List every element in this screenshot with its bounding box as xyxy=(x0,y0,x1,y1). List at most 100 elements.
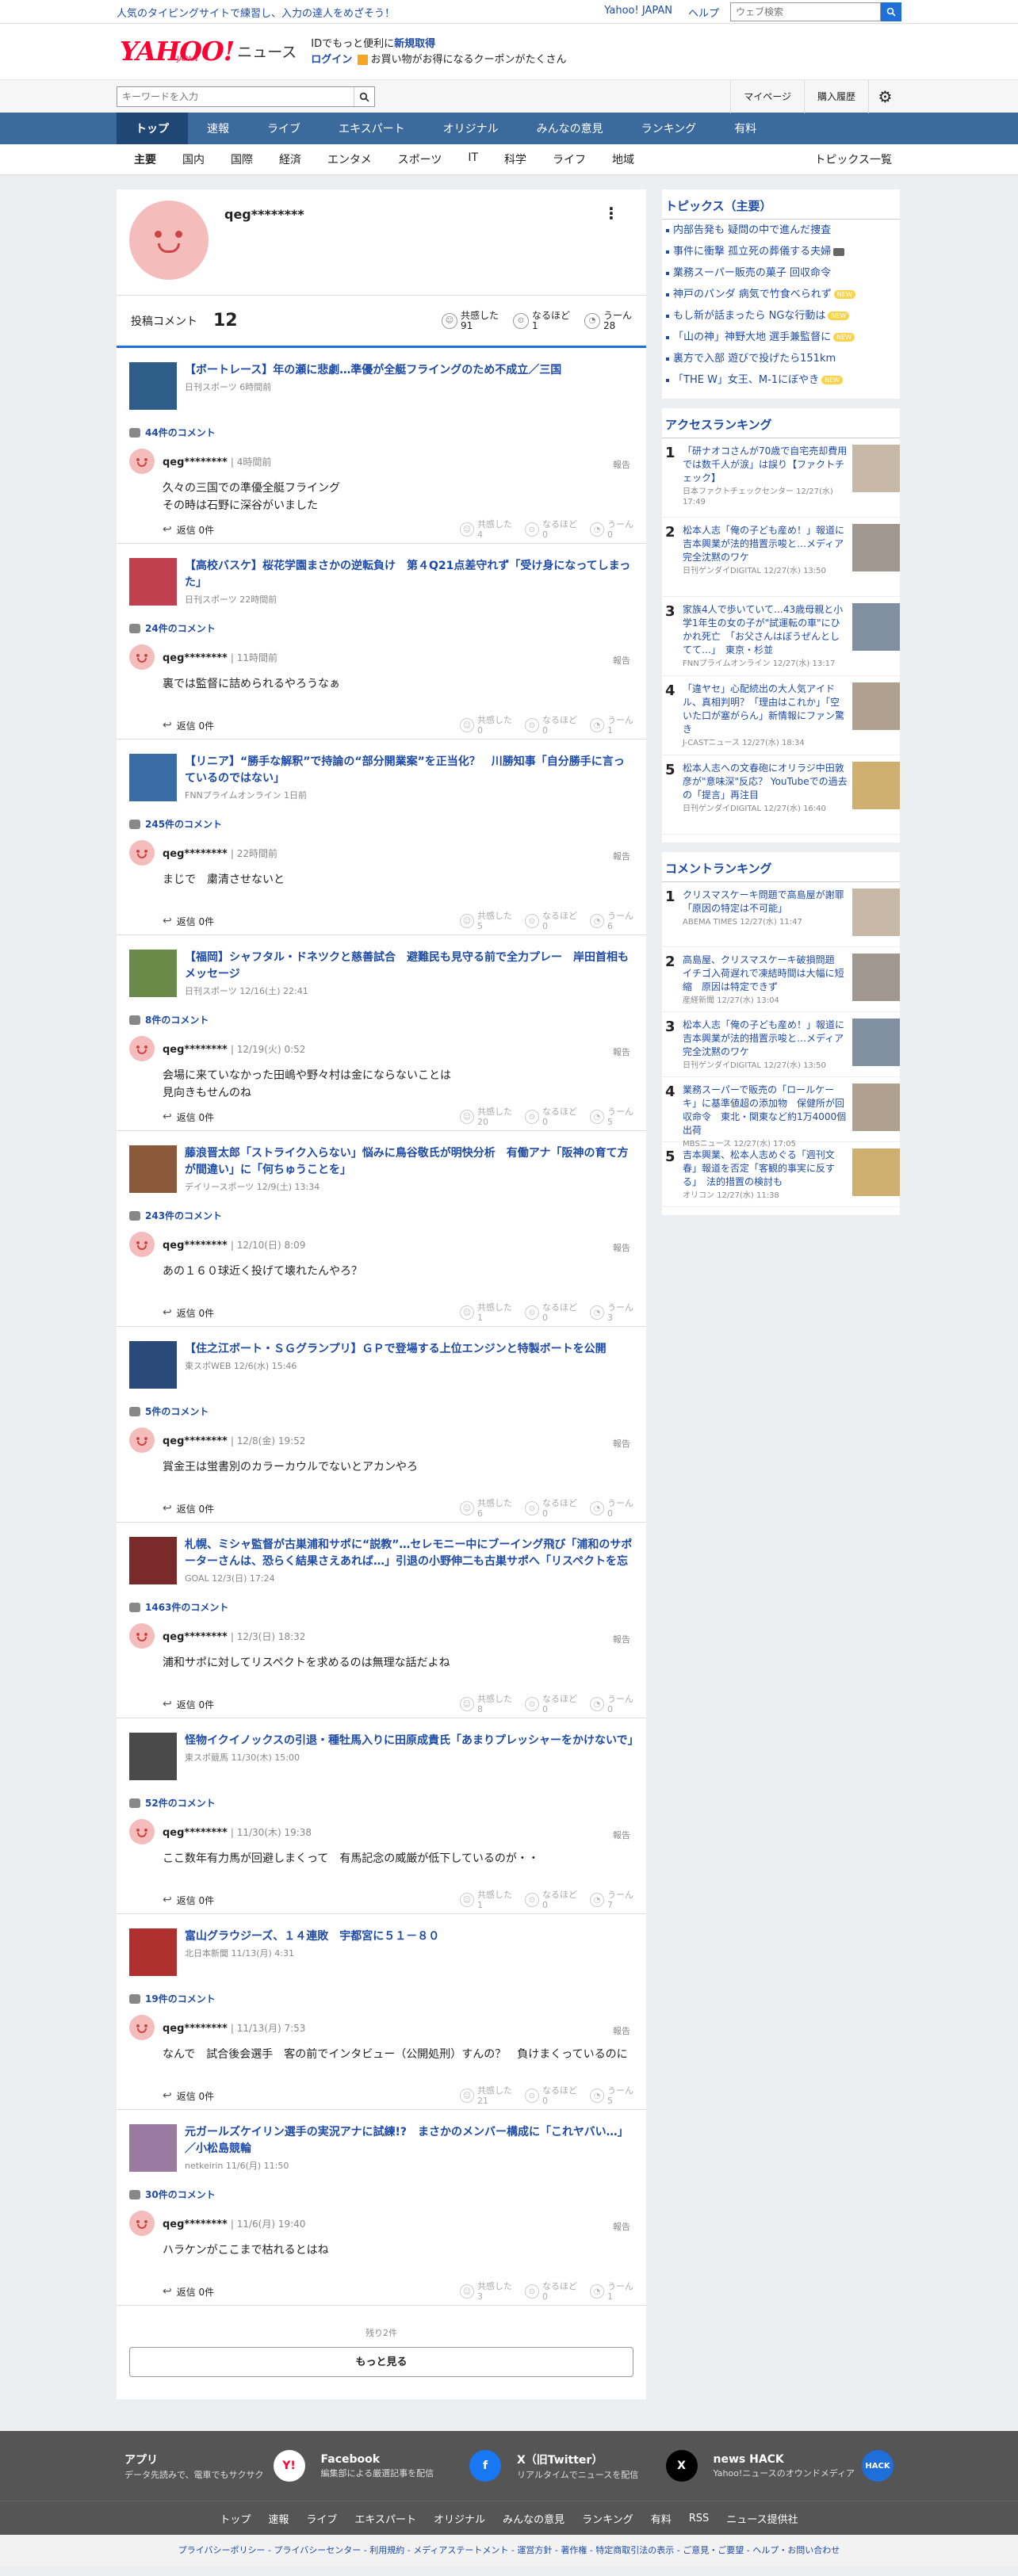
reply-button[interactable]: ↩ 返信 0件 xyxy=(163,1502,214,1515)
article-title[interactable]: 札幌、ミシャ監督が古巣浦和サポに“説教”…セレモニー中にブーイング飛び「浦和のサ… xyxy=(185,1537,633,1570)
rank-title[interactable]: 家族4人で歩いていて…43歳母親と小学1年生の女の子が"試運転の車"にひかれ死亡… xyxy=(683,603,848,657)
article-title[interactable]: 【高校バスケ】桜花学園まさかの逆転負け 第４Q21点差守れず「受け身になってしま… xyxy=(185,558,633,591)
reaction-indeed-button[interactable]: ⊙ なるほど 0 xyxy=(525,519,577,540)
reaction-indeed-button[interactable]: ⊙ なるほど 0 xyxy=(525,1890,577,1910)
report-link[interactable]: 報告 xyxy=(613,1437,630,1450)
article-link[interactable]: 札幌、ミシャ監督が古巣浦和サポに“説教”…セレモニー中にブーイング飛び「浦和のサ… xyxy=(129,1537,633,1586)
reaction-hmm-button[interactable]: ◔ うーん 1 xyxy=(590,715,633,736)
app-promo-item[interactable]: X（旧Twitter） リアルタイムでニュースを配信 X xyxy=(517,2450,698,2482)
report-link[interactable]: 報告 xyxy=(613,458,630,471)
app-promo-item[interactable]: Facebook 編集部による厳選記事を配信 f xyxy=(321,2450,501,2482)
topics-list-link[interactable]: トピックス一覧 xyxy=(814,151,901,167)
article-title[interactable]: 【ボートレース】年の瀬に悲劇…準優が全艇フライングのため不成立／三国 xyxy=(185,362,561,379)
footer-nav-item[interactable]: 速報 xyxy=(268,2511,289,2526)
reply-button[interactable]: ↩ 返信 0件 xyxy=(163,915,214,928)
footer-nav-item[interactable]: ランキング xyxy=(582,2511,633,2526)
reaction-hmm-button[interactable]: ◔ うーん 3 xyxy=(590,1302,633,1323)
reaction-empathy-button[interactable]: ☺ 共感した 21 xyxy=(460,2085,512,2106)
cat-local[interactable]: 地域 xyxy=(612,151,634,167)
report-link[interactable]: 報告 xyxy=(613,1829,630,1841)
comment-count-link[interactable]: 8件のコメント xyxy=(129,1013,633,1026)
reply-button[interactable]: ↩ 返信 0件 xyxy=(163,523,214,537)
reaction-indeed-button[interactable]: ⊙ なるほど 0 xyxy=(525,1498,577,1519)
nav-original[interactable]: オリジナル xyxy=(424,113,518,144)
cat-science[interactable]: 科学 xyxy=(504,151,526,167)
cat-main[interactable]: 主要 xyxy=(134,151,156,167)
footer-nav-item[interactable]: トップ xyxy=(220,2511,251,2526)
article-title[interactable]: 藤浪晋太郎「ストライク入らない」悩みに鳥谷敬氏が明快分析 有働アナ「阪神の育て方… xyxy=(185,1145,633,1179)
topic-item[interactable]: 神戸のパンダ 病気で竹食べられず NEW xyxy=(662,284,900,305)
web-search-input[interactable] xyxy=(730,2,881,21)
ranking-item[interactable]: 4 「違ヤセ」心配続出の大人気アイドル、真相判明？「理由はこれか」「空いた口が塞が… xyxy=(662,676,900,755)
article-title[interactable]: 【リニア】“勝手な解釈”で持論の“部分開業案”を正当化？ 川勝知事「自分勝手に言… xyxy=(185,754,633,787)
rank-title[interactable]: クリスマスケーキ問題で高島屋が謝罪「原因の特定は不可能」 xyxy=(683,889,848,915)
reply-button[interactable]: ↩ 返信 0件 xyxy=(163,1698,214,1711)
comment-count-link[interactable]: 243件のコメント xyxy=(129,1209,633,1222)
ranking-item[interactable]: 3 松本人志「俺の子ども産め！」報道に吉本興業が法的措置示唆と…メディア完全沈黙の… xyxy=(662,1012,900,1077)
more-options-icon[interactable]: ⋮ xyxy=(603,204,619,223)
reaction-empathy-button[interactable]: ☺ 共感した 4 xyxy=(460,519,512,540)
reaction-empathy-button[interactable]: ☺ 共感した 20 xyxy=(460,1106,512,1127)
comment-count-link[interactable]: 24件のコメント xyxy=(129,621,633,635)
reaction-empathy-button[interactable]: ☺ 共感した 8 xyxy=(460,1694,512,1714)
help-link[interactable]: ヘルプ xyxy=(688,5,719,20)
article-link[interactable]: 【住之江ボート・ＳＧグランプリ】ＧＰで登場する上位エンジンと特製ボートを公開 東ス… xyxy=(129,1341,633,1390)
rank-title[interactable]: 松本人志「俺の子ども産め！」報道に吉本興業が法的措置示唆と…メディア完全沈黙のワ… xyxy=(683,1019,848,1059)
reply-button[interactable]: ↩ 返信 0件 xyxy=(163,2285,214,2299)
topic-item[interactable]: 内部告発も 疑問の中で進んだ捜査 xyxy=(662,220,900,241)
article-link[interactable]: 元ガールズケイリン選手の実況アナに試練!? まさかのメンバー構成に「これヤバい…… xyxy=(129,2124,633,2173)
reaction-empathy-button[interactable]: ☺ 共感した 1 xyxy=(460,1890,512,1910)
keyword-input[interactable] xyxy=(117,87,354,106)
cat-life[interactable]: ライフ xyxy=(553,151,586,167)
rank-title[interactable]: 吉本興業、松本人志めぐる「週刊文春」報道を否定「客観的事実に反する」 法的措置の… xyxy=(683,1148,848,1189)
article-title[interactable]: 【住之江ボート・ＳＧグランプリ】ＧＰで登場する上位エンジンと特製ボートを公開 xyxy=(185,1341,607,1358)
reaction-indeed-button[interactable]: ⊙ なるほど 0 xyxy=(525,911,577,931)
reaction-indeed-button[interactable]: ⊙ なるほど 0 xyxy=(525,2085,577,2106)
nav-breaking[interactable]: 速報 xyxy=(188,113,248,144)
cat-world[interactable]: 国際 xyxy=(231,151,253,167)
reaction-hmm-button[interactable]: ◔ うーん 0 xyxy=(590,1498,633,1519)
article-link[interactable]: 【ボートレース】年の瀬に悲劇…準優が全艇フライングのため不成立／三国 日刊スポーツ… xyxy=(129,362,633,411)
footer-nav-item[interactable]: ライブ xyxy=(306,2511,337,2526)
ranking-item[interactable]: 3 家族4人で歩いていて…43歳母親と小学1年生の女の子が"試運転の車"にひかれ死… xyxy=(662,597,900,676)
comment-count-link[interactable]: 1463件のコメント xyxy=(129,1600,633,1614)
topic-item[interactable]: 「THE W」女王、M-1にぼやき NEW xyxy=(662,369,900,391)
nav-opinion[interactable]: みんなの意見 xyxy=(518,113,622,144)
reaction-empathy-button[interactable]: ☺ 共感した 6 xyxy=(460,1498,512,1519)
reaction-indeed-button[interactable]: ⊙ なるほど 0 xyxy=(525,2281,577,2302)
footer-nav-item[interactable]: オリジナル xyxy=(434,2511,485,2526)
comment-count-link[interactable]: 245件のコメント xyxy=(129,817,633,831)
rank-title[interactable]: 松本人志への文春砲にオリラジ中田敦彦が"意味深"反応？ YouTubeでの過去の… xyxy=(683,762,848,802)
article-title[interactable]: 【福岡】シャフタル・ドネツクと慈善試合 避難民も見守る前で全力プレー 岸田首相も… xyxy=(185,950,633,983)
report-link[interactable]: 報告 xyxy=(613,1633,630,1645)
footer-links[interactable]: プライバシーポリシー - プライバシーセンター - 利用規約 - メディアステー… xyxy=(0,2535,1018,2566)
cat-domestic[interactable]: 国内 xyxy=(182,151,205,167)
reaction-hmm-button[interactable]: ◔ うーん 5 xyxy=(590,2085,633,2106)
app-promo-item[interactable]: news HACK Yahoo!ニュースのオウンドメディア HACK xyxy=(714,2450,894,2482)
yahoo-news-logo[interactable]: YAHOO! JAPAN ニュース xyxy=(120,38,297,64)
keyword-search-button[interactable] xyxy=(354,87,374,106)
rank-title[interactable]: 「研ナオコさんが70歳で自宅売却費用では数千人が涙」は誤り【ファクトチェック】 xyxy=(683,445,848,485)
nav-expert[interactable]: エキスパート xyxy=(320,113,424,144)
footer-nav-item[interactable]: みんなの意見 xyxy=(503,2511,564,2526)
reply-button[interactable]: ↩ 返信 0件 xyxy=(163,2089,214,2103)
report-link[interactable]: 報告 xyxy=(613,850,630,862)
rank-title[interactable]: 業務スーパーで販売の「ロールケーキ」に基準値超の添加物 保健所が回収命令 東北・… xyxy=(683,1084,848,1137)
topic-item[interactable]: 「山の神」神野大地 選手兼監督に NEW xyxy=(662,327,900,348)
cat-entertainment[interactable]: エンタメ xyxy=(327,151,372,167)
reply-button[interactable]: ↩ 返信 0件 xyxy=(163,1306,214,1320)
web-search-button[interactable] xyxy=(881,2,901,21)
comment-count-link[interactable]: 44件のコメント xyxy=(129,426,633,439)
cat-sports[interactable]: スポーツ xyxy=(398,151,442,167)
report-link[interactable]: 報告 xyxy=(613,654,630,667)
article-link[interactable]: 富山グラウジーズ、１４連敗 宇都宮に５１－８０ 北日本新聞 11/13(月) 4:… xyxy=(129,1928,633,1978)
article-link[interactable]: 【リニア】“勝手な解釈”で持論の“部分開業案”を正当化？ 川勝知事「自分勝手に言… xyxy=(129,754,633,803)
ranking-item[interactable]: 2 高島屋、クリスマスケーキ破損問題 イチゴ入荷遅れで凍結時間は大幅に短縮 原因は… xyxy=(662,947,900,1012)
cat-economy[interactable]: 経済 xyxy=(279,151,301,167)
yahoo-japan-link[interactable]: Yahoo! JAPAN xyxy=(604,5,672,20)
nav-paid[interactable]: 有料 xyxy=(715,113,775,144)
reaction-hmm-button[interactable]: ◔ うーん 7 xyxy=(590,1890,633,1910)
footer-nav-item[interactable]: RSS xyxy=(689,2513,710,2524)
settings-button[interactable]: ⚙ xyxy=(868,80,901,113)
article-title[interactable]: 怪物イクイノックスの引退・種牡馬入りに田原成貴氏「あまりプレッシャーをかけないで… xyxy=(185,1733,633,1749)
